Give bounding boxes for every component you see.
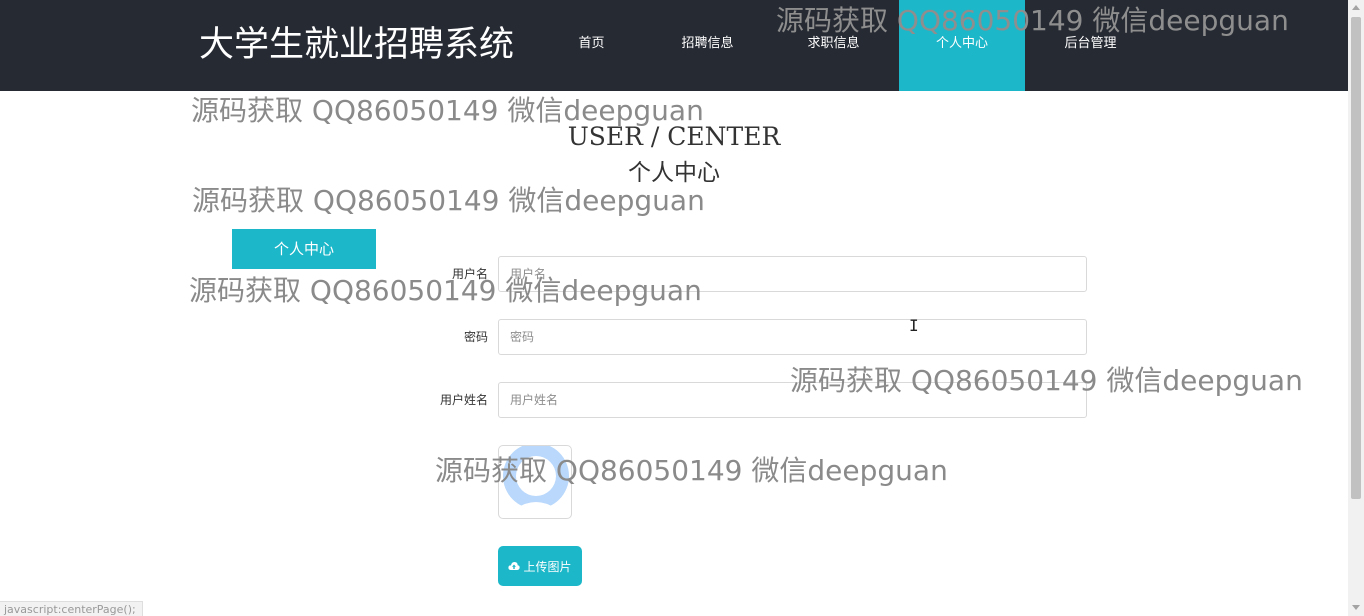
page-heading-en: USER / CENTER (567, 122, 781, 151)
scroll-down-icon[interactable] (1352, 605, 1360, 610)
scroll-thumb[interactable] (1351, 17, 1361, 499)
site-title: 大学生就业招聘系统 (199, 25, 515, 65)
page-heading-cn: 个人中心 (628, 160, 720, 186)
nav-job-seeking[interactable]: 求职信息 (792, 0, 875, 91)
fullname-input[interactable] (498, 382, 1087, 418)
cloud-upload-icon (508, 562, 521, 570)
avatar-preview[interactable] (498, 445, 572, 519)
password-input[interactable] (498, 319, 1087, 355)
nav-home[interactable]: 首页 (553, 0, 630, 91)
side-tab-user-center[interactable]: 个人中心 (232, 229, 376, 269)
top-navbar: 大学生就业招聘系统 首页 招聘信息 求职信息 个人中心 后台管理 源码获取 QQ… (0, 0, 1364, 91)
upload-button-label: 上传图片 (523, 559, 572, 574)
nav-job-postings[interactable]: 招聘信息 (665, 0, 750, 91)
fullname-label: 用户姓名 (439, 393, 488, 407)
scroll-up-icon[interactable] (1352, 5, 1360, 10)
status-bar-url: javascript:centerPage(); (0, 601, 143, 616)
username-label: 用户名 (451, 267, 488, 281)
nav-admin[interactable]: 后台管理 (1049, 0, 1132, 91)
password-label: 密码 (463, 330, 488, 344)
page-scrollbar[interactable] (1348, 0, 1364, 616)
watermark-text: 源码获取 QQ86050149 微信deepguan (192, 184, 705, 217)
nav-user-center[interactable]: 个人中心 (899, 0, 1025, 91)
text-cursor-icon: I (909, 316, 919, 335)
avatar-placeholder-icon (503, 446, 569, 518)
username-input[interactable] (498, 256, 1087, 292)
upload-image-button[interactable]: 上传图片 (498, 546, 582, 586)
